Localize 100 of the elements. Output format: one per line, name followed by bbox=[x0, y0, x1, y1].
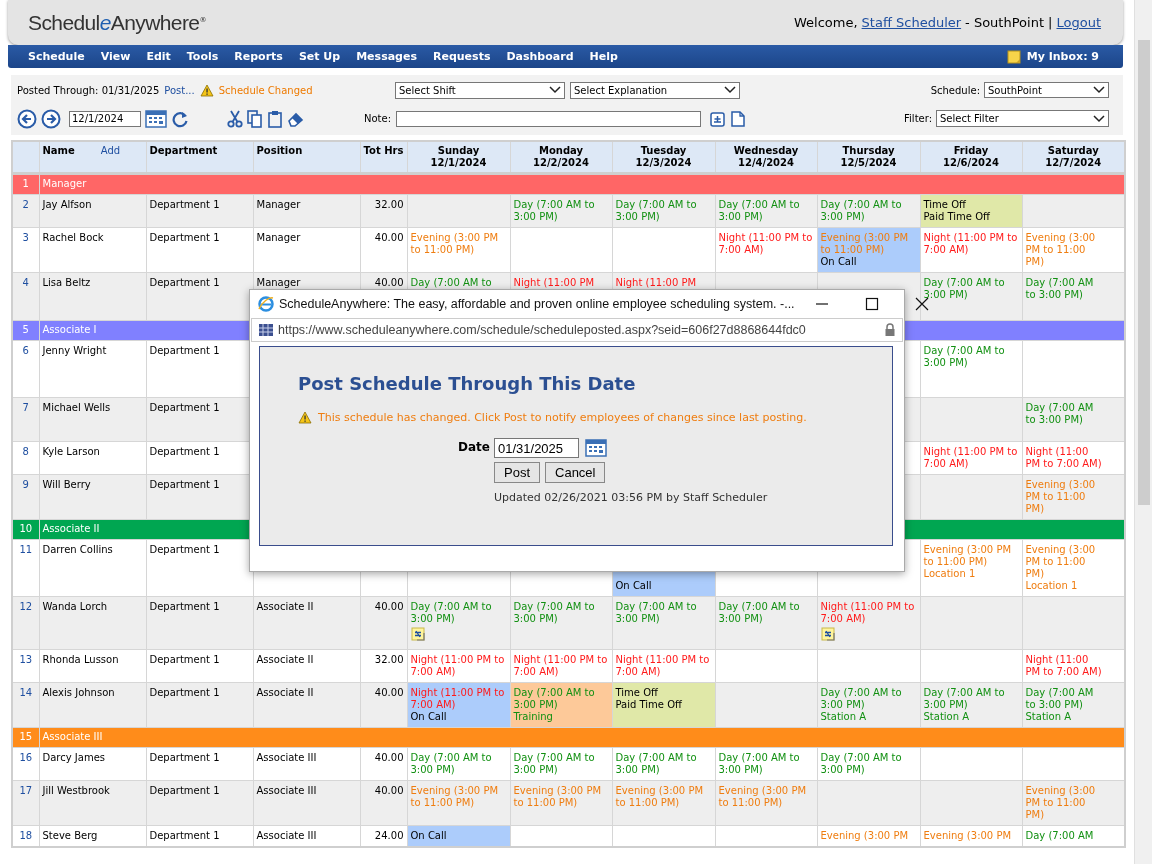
shift-label: Day (7:00 AM to 3:00 PM) bbox=[1025, 277, 1095, 301]
shift-label: Evening (3:00 PM to 11:00 PM) bbox=[820, 232, 910, 256]
shift-cell[interactable]: Evening (3:00 PM to 11:00 PM) On Call bbox=[817, 227, 920, 273]
shift-note: Location 1 bbox=[1025, 580, 1079, 592]
shift-label: Night (11:00 PM to 7:00 AM) bbox=[615, 654, 711, 678]
menu-item[interactable]: Messages bbox=[356, 50, 417, 63]
shift-label: Day (7:00 AM to 3:00 PM) bbox=[615, 601, 698, 625]
column-header: Tot Hrs bbox=[363, 145, 404, 156]
shift-cell[interactable]: Night (11:00 PM to 7:00 AM) On Call bbox=[407, 682, 510, 728]
date-field[interactable]: 01/31/2025 bbox=[494, 438, 579, 458]
post-button[interactable]: Post bbox=[494, 462, 540, 483]
employee-name: Jay Alfson bbox=[39, 194, 146, 228]
field-label: Filter: bbox=[904, 113, 932, 125]
table-cell: Department 1 bbox=[146, 596, 253, 650]
note-field[interactable] bbox=[396, 110, 702, 127]
browser-icon bbox=[258, 296, 274, 312]
day-header: Sunday bbox=[436, 145, 481, 157]
group-number: 5 bbox=[12, 320, 39, 341]
calendar-icon[interactable] bbox=[585, 438, 607, 458]
page-icon[interactable] bbox=[731, 110, 746, 127]
day-header: Saturday bbox=[1046, 145, 1100, 157]
employee-name: Alexis Johnson bbox=[39, 682, 146, 728]
refresh-icon[interactable] bbox=[171, 109, 189, 128]
schedule-dropdown[interactable]: SouthPoint bbox=[984, 82, 1109, 99]
shift-cell[interactable]: Time Off Paid Time Off bbox=[612, 682, 715, 728]
note-icon[interactable] bbox=[1006, 49, 1021, 64]
shift-label: Time Off bbox=[615, 687, 659, 699]
shift-label: Evening (3:00 PM to 11:00 PM) bbox=[1025, 232, 1097, 268]
shift-note: Training bbox=[513, 711, 554, 723]
shift-label: Night (11:00 PM to 7:00 AM) bbox=[410, 654, 506, 678]
shift-note: Station A bbox=[820, 711, 868, 723]
shift-label: Day (7:00 AM to 3:00 PM) bbox=[923, 687, 1006, 711]
shift-note: On Call bbox=[410, 711, 448, 723]
date-field[interactable]: 12/1/2024 bbox=[69, 110, 141, 127]
table-cell: 40.00 bbox=[360, 596, 407, 650]
row-number: 2 bbox=[12, 194, 39, 228]
shift-label: Night (11:00 PM to 7:00 AM) bbox=[923, 446, 1019, 470]
clipboard-icon[interactable] bbox=[267, 109, 283, 128]
employee-name: Jill Westbrook bbox=[39, 780, 146, 826]
explanation-dropdown[interactable]: Select Explanation bbox=[570, 81, 740, 99]
scroll-bar[interactable] bbox=[1134, 0, 1152, 864]
filter-dropdown[interactable]: Select Filter bbox=[936, 110, 1109, 128]
shift-dropdown[interactable]: Select Shift bbox=[395, 81, 565, 99]
next-icon[interactable] bbox=[41, 108, 61, 129]
shift-note: Paid Time Off bbox=[923, 211, 991, 223]
shift-label: Night (11:00 PM bbox=[513, 277, 596, 289]
menu-item[interactable]: Help bbox=[589, 50, 618, 63]
shift-label: Day (7:00 AM to 3:00 PM) bbox=[820, 687, 903, 711]
field-label: Note: bbox=[364, 113, 392, 125]
row-number: 11 bbox=[12, 539, 39, 597]
site-icon bbox=[258, 322, 274, 338]
sticky-note-icon[interactable] bbox=[410, 627, 426, 642]
shift-label: Evening (3:00 PM bbox=[923, 830, 1013, 842]
menu-item[interactable]: Requests bbox=[433, 50, 491, 63]
day-header: Wednesday bbox=[732, 145, 800, 157]
shift-label: Day (7:00 AM to 3:00 PM) bbox=[1025, 687, 1095, 711]
sticky-note-icon[interactable] bbox=[820, 627, 836, 642]
menu-item[interactable]: View bbox=[100, 50, 131, 63]
table-cell: Associate II bbox=[253, 682, 360, 728]
date-header: 12/2/2024 bbox=[532, 157, 590, 169]
row-number: 6 bbox=[12, 340, 39, 398]
site-text: - SouthPoint | bbox=[965, 15, 1053, 30]
employee-name: Darren Collins bbox=[39, 539, 146, 597]
table-cell: Associate II bbox=[253, 649, 360, 683]
table-cell: Department 1 bbox=[146, 649, 253, 683]
inbox-link[interactable]: My Inbox: 9 bbox=[1026, 50, 1099, 63]
add-link[interactable]: Add bbox=[100, 145, 121, 156]
table-cell: Associate II bbox=[253, 596, 360, 650]
eraser-icon[interactable] bbox=[287, 110, 305, 127]
previous-icon[interactable] bbox=[17, 108, 37, 129]
copy-icon[interactable] bbox=[247, 109, 263, 128]
menu-item[interactable]: Reports bbox=[234, 50, 283, 63]
shift-label: Day (7:00 AM to 3:00 PM) bbox=[1025, 402, 1095, 426]
menu-item[interactable]: Set Up bbox=[298, 50, 341, 63]
shift-cell[interactable]: Time Off Paid Time Off bbox=[920, 194, 1022, 228]
date-header: 12/6/2024 bbox=[942, 157, 1000, 169]
table-cell: Department 1 bbox=[146, 780, 253, 826]
row-number: 7 bbox=[12, 397, 39, 442]
menu-item[interactable]: Tools bbox=[186, 50, 219, 63]
table-cell: Manager bbox=[253, 194, 360, 228]
post-link[interactable]: Post... bbox=[164, 84, 195, 96]
shift-label: Night (11:00 PM to 7:00 AM) bbox=[1025, 654, 1102, 678]
shift-label: On Call bbox=[615, 580, 653, 592]
row-number: 3 bbox=[12, 227, 39, 273]
shift-label: Evening (3:00 PM bbox=[820, 830, 910, 842]
calendar-icon[interactable] bbox=[145, 108, 167, 129]
user-link[interactable]: Staff Scheduler bbox=[861, 15, 962, 30]
menu-item[interactable]: Edit bbox=[146, 50, 171, 63]
shift-note: Station A bbox=[1025, 711, 1073, 723]
scissors-icon[interactable] bbox=[227, 109, 243, 128]
shift-label: Day (7:00 AM bbox=[1025, 830, 1095, 842]
add-note-icon[interactable] bbox=[710, 110, 727, 127]
logout-link[interactable]: Logout bbox=[1056, 15, 1101, 30]
menu-item[interactable]: Dashboard bbox=[506, 50, 574, 63]
shift-label: Evening (3:00 PM to 11:00 PM) bbox=[1025, 785, 1097, 821]
cancel-button[interactable]: Cancel bbox=[545, 462, 606, 483]
row-number: 9 bbox=[12, 474, 39, 520]
shift-label: Time Off bbox=[923, 199, 967, 211]
menu-item[interactable]: Schedule bbox=[28, 50, 85, 63]
day-header: Thursday bbox=[841, 145, 896, 157]
